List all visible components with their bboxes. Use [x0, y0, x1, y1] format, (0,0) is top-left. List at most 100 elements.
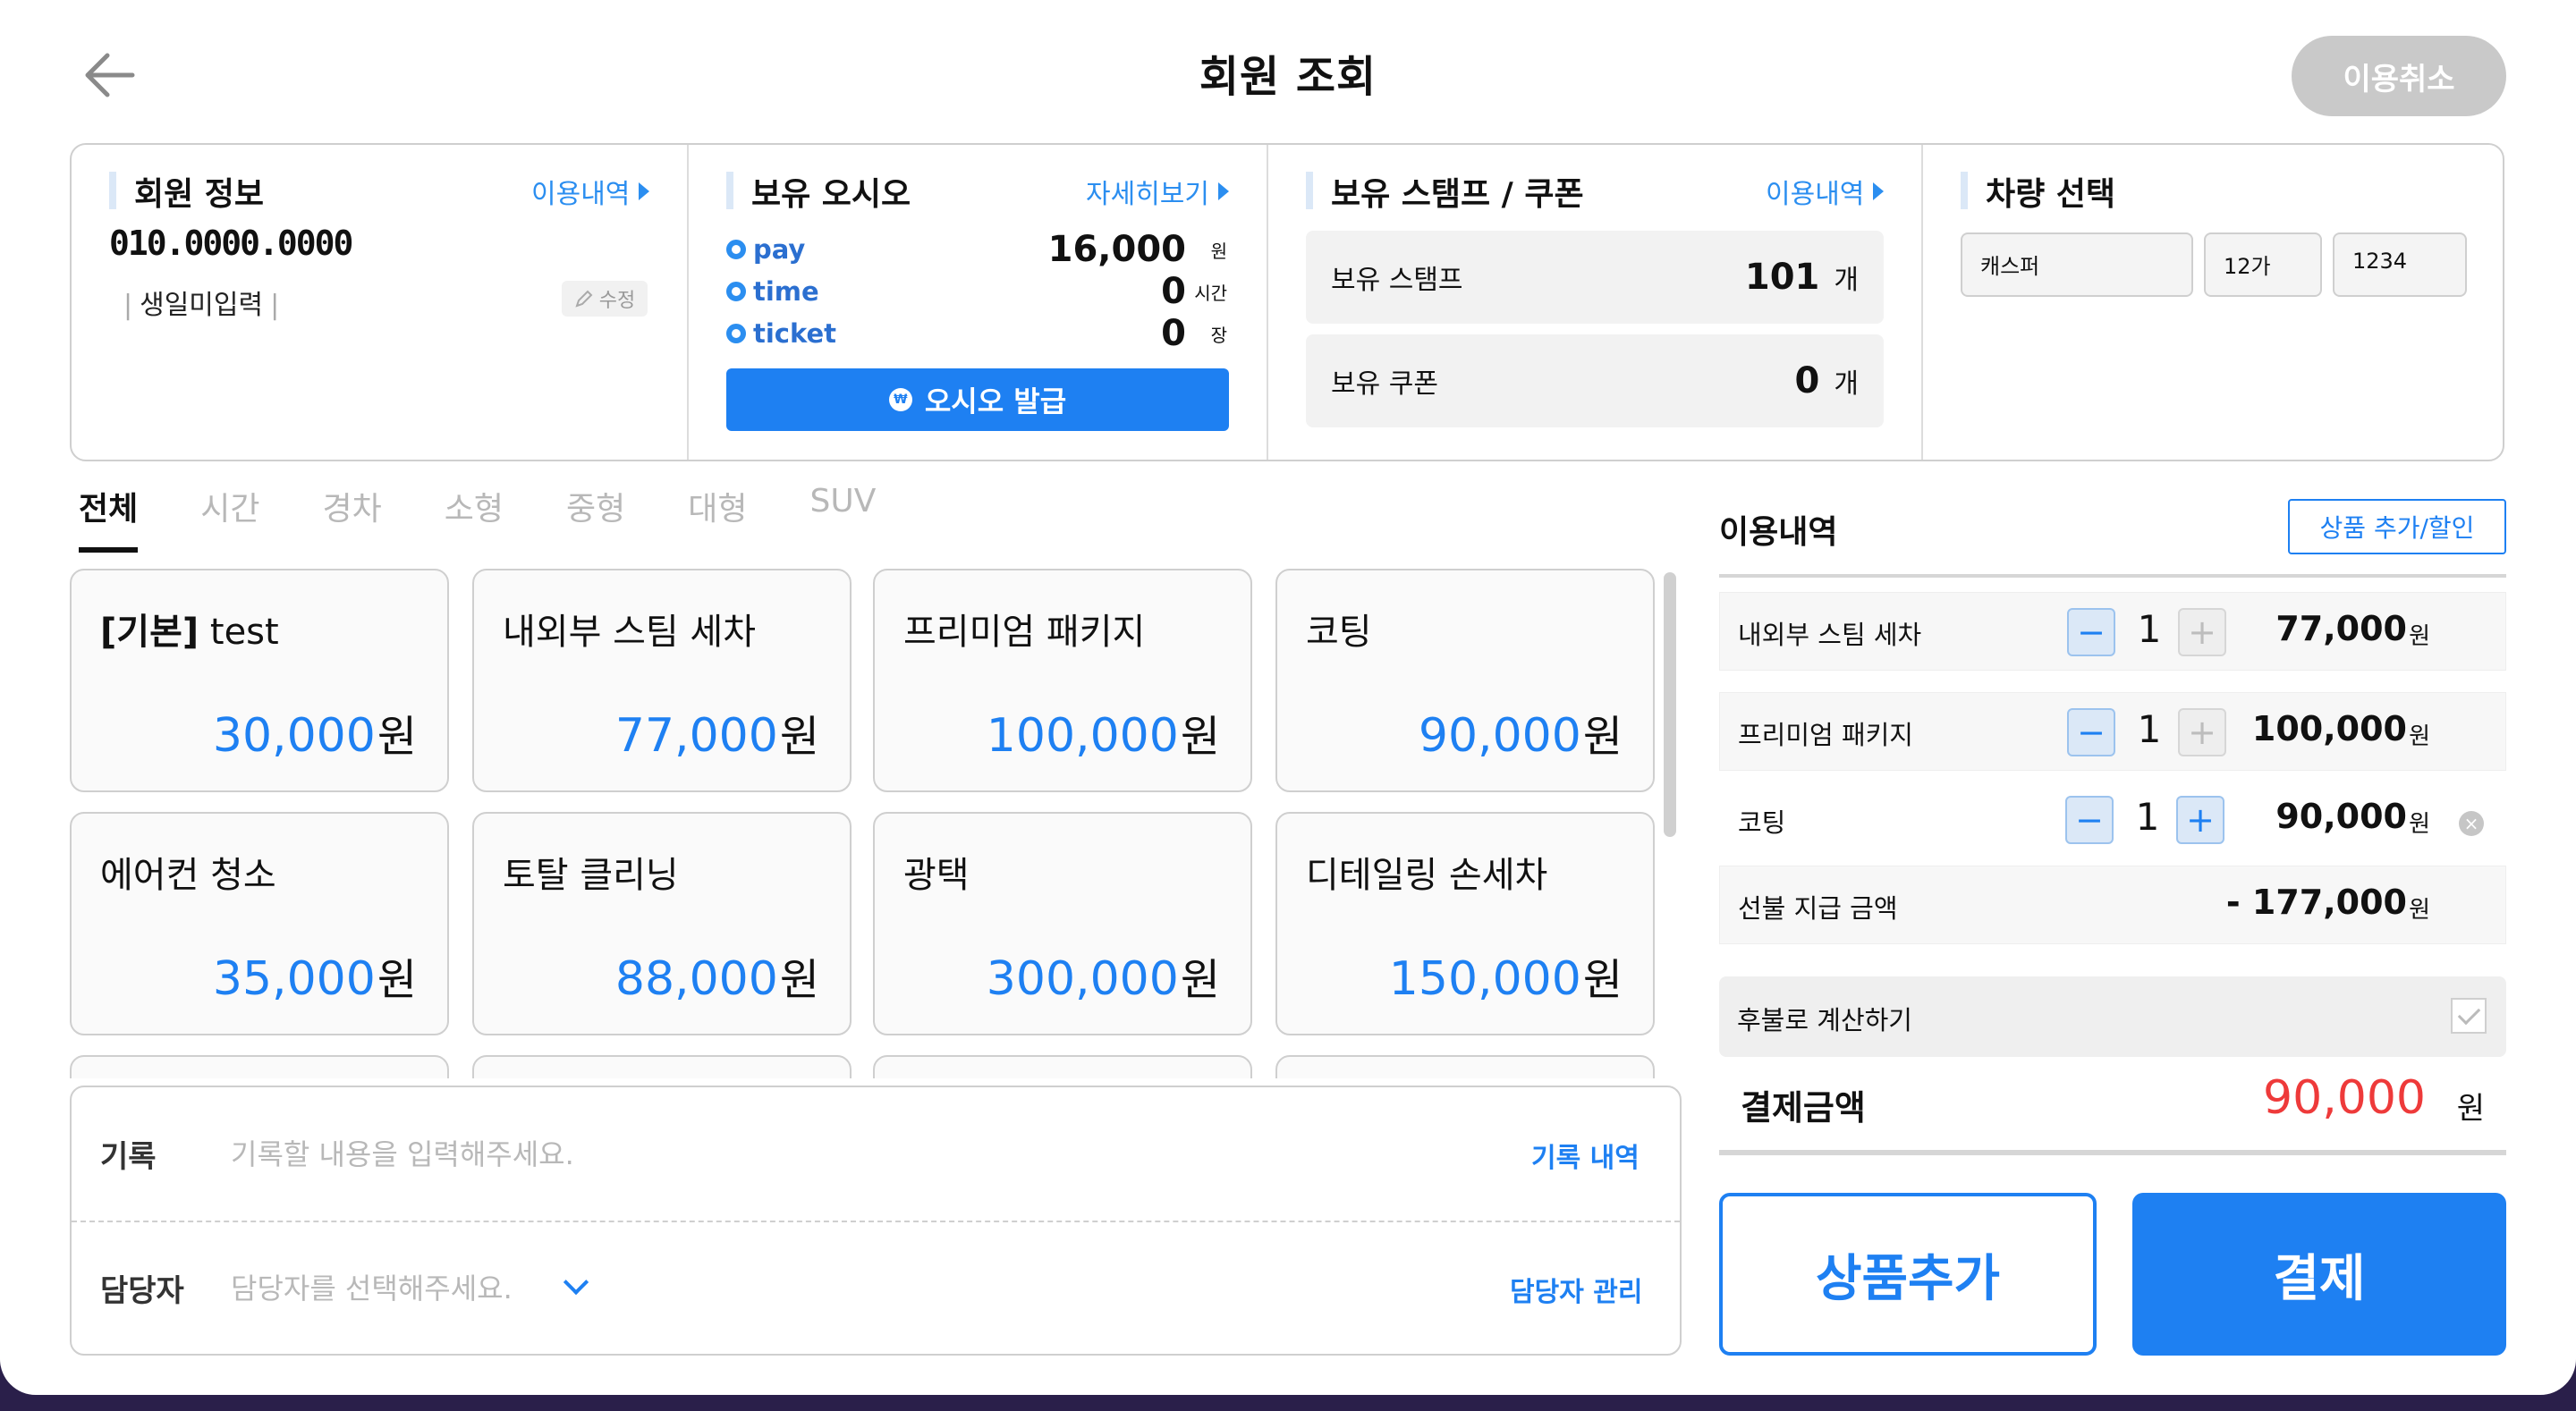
- prepaid-label: 선불 지급 금액: [1738, 893, 1898, 924]
- product-card[interactable]: [873, 1055, 1252, 1078]
- product-card[interactable]: 토탈 클리닝 88,000원: [472, 812, 852, 1035]
- tab-suv[interactable]: SUV: [810, 483, 877, 553]
- vehicle-section-title: 차량 선택: [1961, 168, 2115, 215]
- prepaid-unit: 원: [2409, 897, 2430, 924]
- product-name: 광택: [903, 855, 970, 896]
- deferred-payment-option[interactable]: 후불로 계산하기: [1719, 976, 2506, 1057]
- product-price-unit: 원: [377, 712, 417, 762]
- product-name: 디테일링 손세차: [1306, 855, 1548, 896]
- product-name-text: test: [199, 612, 279, 653]
- circle-icon: [726, 282, 746, 301]
- edit-member-button[interactable]: 수정: [562, 281, 648, 317]
- won-coin-icon: ₩: [888, 388, 912, 411]
- divider: [1719, 574, 2506, 578]
- record-input[interactable]: 기록할 내용을 입력해주세요.: [231, 1132, 574, 1173]
- product-card[interactable]: [기본] test 30,000원: [70, 569, 449, 792]
- pay-button[interactable]: 결제: [2132, 1193, 2506, 1356]
- product-card[interactable]: [1275, 1055, 1655, 1078]
- product-price-value: 300,000: [986, 952, 1179, 1006]
- remove-item-icon[interactable]: ×: [2459, 811, 2484, 836]
- issue-osio-button[interactable]: ₩ 오시오 발급: [726, 368, 1229, 431]
- increase-qty-button[interactable]: +: [2178, 608, 2226, 656]
- record-history-link[interactable]: 기록 내역: [1531, 1136, 1640, 1175]
- app-screen: 회원 조회 이용취소 회원 정보 이용내역 010.0000.0000 생일미입…: [0, 0, 2576, 1395]
- product-card[interactable]: [472, 1055, 852, 1078]
- decrease-qty-button[interactable]: −: [2065, 796, 2114, 844]
- staff-label: 담당자: [100, 1273, 184, 1309]
- prepaid-row: 선불 지급 금액 - 177,000 원: [1719, 866, 2506, 944]
- deferred-checkbox[interactable]: [2451, 998, 2487, 1034]
- osio-ticket-unit: 장: [1210, 324, 1227, 346]
- product-card[interactable]: 광택 300,000원: [873, 812, 1252, 1035]
- tab-all[interactable]: 전체: [79, 483, 139, 553]
- osio-ticket-label: ticket: [753, 318, 837, 349]
- product-card[interactable]: 내외부 스팀 세차 77,000원: [472, 569, 852, 792]
- usage-item-qty: 1: [2137, 707, 2162, 751]
- coupon-value: 0: [1794, 360, 1820, 401]
- product-price: 30,000원: [213, 701, 417, 764]
- product-card[interactable]: 디테일링 손세차 150,000원: [1275, 812, 1655, 1035]
- usage-title: 이용내역: [1719, 514, 1838, 551]
- product-card[interactable]: 프리미엄 패키지 100,000원: [873, 569, 1252, 792]
- cancel-usage-button[interactable]: 이용취소: [2292, 36, 2506, 116]
- divider: [1921, 145, 1923, 460]
- usage-item-qty: 1: [2137, 607, 2162, 651]
- osio-detail-link-label: 자세히보기: [1086, 179, 1209, 210]
- issue-osio-label: 오시오 발급: [924, 384, 1067, 418]
- stamp-history-link[interactable]: 이용내역: [1766, 172, 1885, 211]
- increase-qty-button[interactable]: +: [2178, 708, 2226, 756]
- osio-pay-unit: 원: [1210, 240, 1227, 262]
- total-unit: 원: [2456, 1091, 2485, 1127]
- decrease-qty-button[interactable]: −: [2067, 608, 2115, 656]
- vehicle-model-field[interactable]: 캐스퍼: [1961, 232, 2193, 297]
- stamp-section-title: 보유 스탬프 / 쿠폰: [1306, 168, 1584, 215]
- product-price: 88,000원: [615, 944, 819, 1007]
- member-history-link[interactable]: 이용내역: [531, 172, 650, 211]
- product-price-unit: 원: [1180, 712, 1220, 762]
- product-price: 77,000원: [615, 701, 819, 764]
- osio-pay-row: pay 16,000 원: [726, 229, 1227, 270]
- add-discount-button[interactable]: 상품 추가/할인: [2288, 499, 2506, 554]
- plate-prefix-field[interactable]: 12가: [2204, 232, 2322, 297]
- osio-time-label: time: [753, 276, 819, 307]
- triangle-right-icon: [1218, 182, 1229, 200]
- record-label: 기록: [100, 1139, 157, 1175]
- tab-compact[interactable]: 경차: [323, 483, 382, 553]
- product-name: 에어컨 청소: [100, 855, 276, 896]
- product-price-unit: 원: [779, 712, 819, 762]
- staff-manage-link[interactable]: 담당자 관리: [1510, 1270, 1642, 1309]
- tab-time[interactable]: 시간: [200, 483, 259, 553]
- product-card[interactable]: 코팅 90,000원: [1275, 569, 1655, 792]
- usage-item-name: 코팅: [1738, 807, 1786, 838]
- usage-item-row: 프리미엄 패키지 − 1 + 100,000 원: [1719, 692, 2506, 771]
- product-price: 35,000원: [213, 944, 417, 1007]
- divider: [687, 145, 689, 460]
- osio-detail-link[interactable]: 자세히보기: [1086, 172, 1229, 211]
- product-price-unit: 원: [1180, 955, 1220, 1005]
- product-grid: [기본] test 30,000원 내외부 스팀 세차 77,000원 프리미엄…: [70, 569, 1665, 1078]
- usage-item-unit: 원: [2409, 811, 2430, 838]
- add-product-button[interactable]: 상품추가: [1719, 1193, 2097, 1356]
- usage-item-price: 77,000: [2275, 609, 2407, 648]
- product-price-unit: 원: [779, 955, 819, 1005]
- product-scrollbar[interactable]: [1664, 572, 1676, 837]
- decrease-qty-button[interactable]: −: [2067, 708, 2115, 756]
- tab-midsize[interactable]: 중형: [566, 483, 625, 553]
- tab-small[interactable]: 소형: [445, 483, 504, 553]
- member-history-link-label: 이용내역: [531, 179, 631, 210]
- circle-icon: [726, 240, 746, 259]
- tab-large[interactable]: 대형: [688, 483, 747, 553]
- stamp-label: 보유 스탬프: [1331, 265, 1463, 296]
- product-card[interactable]: [70, 1055, 449, 1078]
- product-price: 100,000원: [987, 701, 1220, 764]
- product-card[interactable]: 에어컨 청소 35,000원: [70, 812, 449, 1035]
- product-price-value: 150,000: [1388, 952, 1581, 1006]
- stamp-unit: 개: [1834, 265, 1859, 296]
- plate-number-field[interactable]: 1234: [2333, 232, 2467, 297]
- staff-select[interactable]: 담당자를 선택해주세요.: [231, 1266, 513, 1307]
- osio-section-title: 보유 오시오: [726, 168, 911, 215]
- coupon-label: 보유 쿠폰: [1331, 368, 1438, 400]
- increase-qty-button[interactable]: +: [2176, 796, 2224, 844]
- stamp-history-link-label: 이용내역: [1766, 179, 1865, 210]
- prepaid-value: - 177,000: [2225, 883, 2407, 922]
